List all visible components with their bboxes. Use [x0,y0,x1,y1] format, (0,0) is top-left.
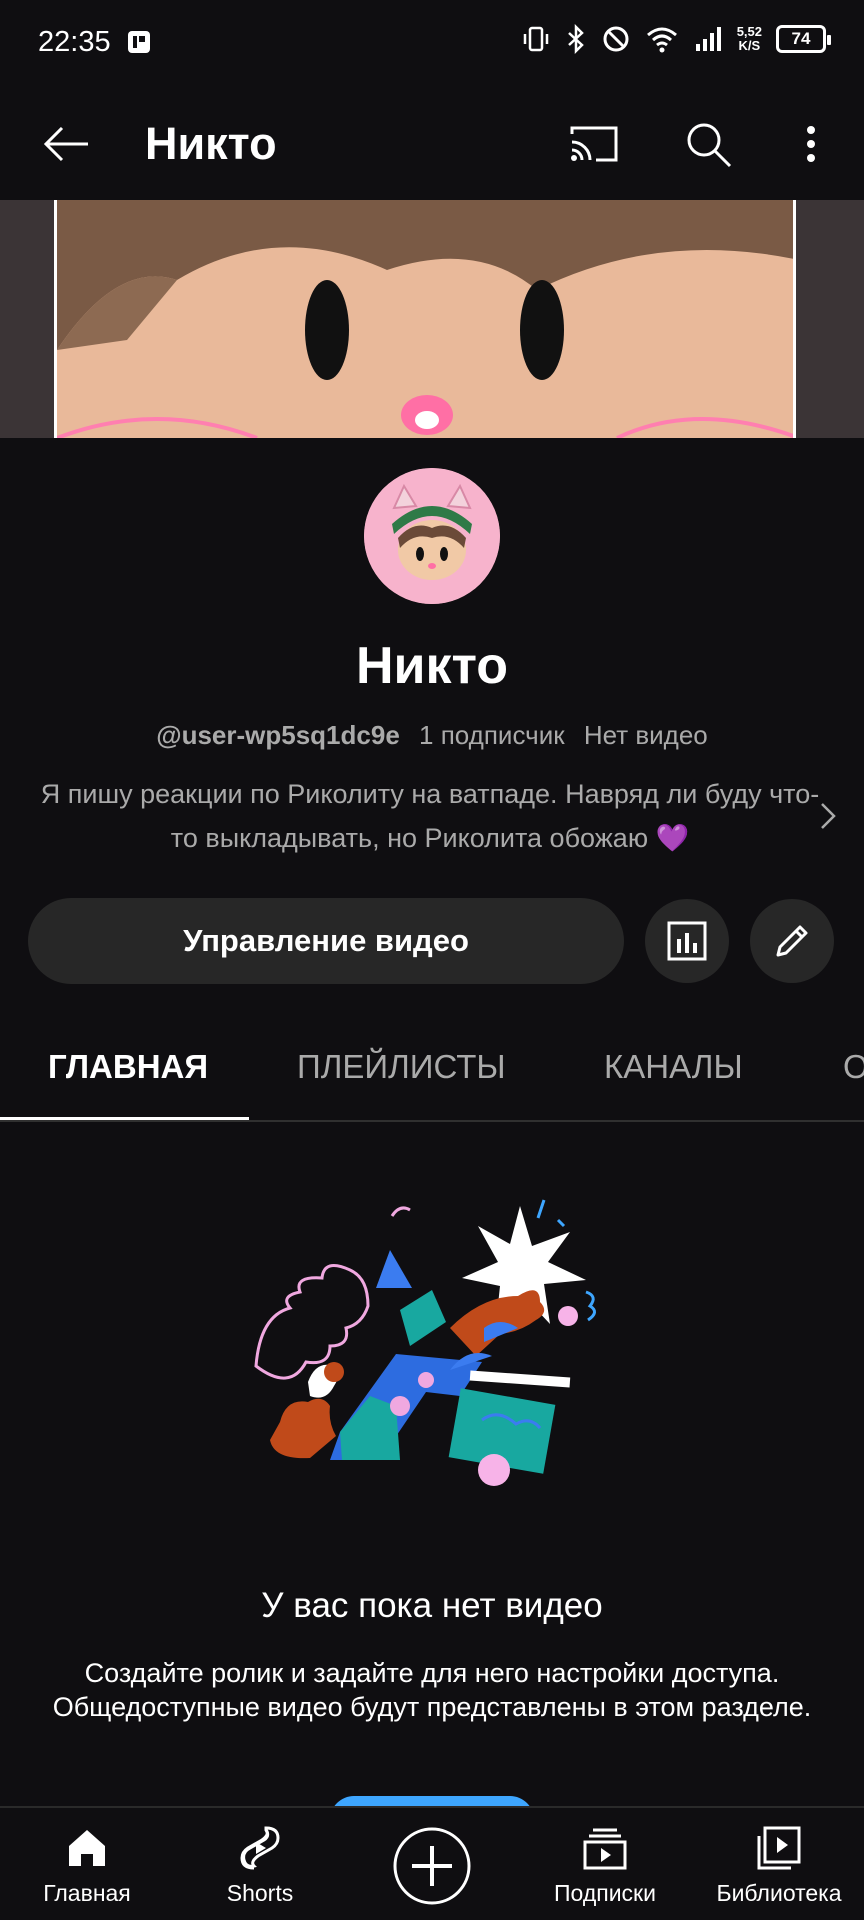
library-icon [757,1826,801,1870]
empty-state-text: Создайте ролик и задайте для него настро… [52,1658,812,1722]
network-speed: 5,52 K/S [737,25,762,53]
channel-meta: @user-wp5sq1dc9e 1 подписчик Нет видео [0,720,864,751]
nav-subscriptions-label: Подписки [554,1880,656,1906]
shorts-icon [240,1826,280,1870]
create-plus-icon[interactable] [392,1826,472,1906]
status-bar: 22:35 5,52 K/S 74 [0,0,864,88]
network-speed-value: 5,52 [736,24,762,39]
top-app-bar: Никто [0,88,864,200]
status-time: 22:35 [38,26,111,58]
empty-state-illustration [254,1199,596,1486]
channel-banner [0,200,864,438]
channel-description[interactable]: Я пишу реакции по Риколиту на ватпаде. Н… [40,772,820,860]
tab-home[interactable]: ГЛАВНАЯ [48,1048,208,1086]
nav-subscriptions[interactable]: Подписки [520,1808,690,1920]
nav-library-label: Библиотека [716,1880,842,1906]
battery-indicator: 74 [776,25,831,53]
video-count: Нет видео [583,720,708,750]
banner-character-image [57,200,793,438]
signal-icon [695,27,721,51]
status-icons: 5,52 K/S 74 [521,24,831,54]
wifi-icon [646,27,677,53]
channel-avatar[interactable] [364,468,500,604]
channel-page: 22:35 5,52 K/S 74 Никто Никто @user-wp5s… [0,0,864,1920]
pencil-icon [776,925,808,957]
cast-icon[interactable] [566,116,622,172]
subscriber-count: 1 подписчик [419,720,565,750]
nav-home[interactable]: Главная [2,1808,172,1920]
search-icon[interactable] [680,116,736,172]
tab-about[interactable]: О КАНАЛЕ [843,1048,864,1086]
nav-home-label: Главная [43,1880,131,1906]
edit-channel-button[interactable] [750,899,834,983]
bluetooth-icon [567,24,584,54]
network-speed-unit: K/S [738,38,761,53]
analytics-icon [667,921,707,961]
subscriptions-icon [583,1828,627,1870]
back-arrow-icon[interactable] [38,116,94,172]
analytics-button[interactable] [645,899,729,983]
do-not-disturb-icon [603,26,629,52]
manage-videos-button[interactable]: Управление видео [28,898,624,984]
nav-shorts[interactable]: Shorts [175,1808,345,1920]
channel-name: Никто [355,637,509,695]
nav-shorts-label: Shorts [226,1880,294,1906]
home-icon [69,1830,105,1866]
chevron-right-icon[interactable] [812,796,842,836]
active-tab-indicator [0,1117,249,1120]
tab-playlists[interactable]: ПЛЕЙЛИСТЫ [297,1048,506,1086]
avatar-image [364,468,500,604]
tab-channels[interactable]: КАНАЛЫ [604,1048,743,1086]
nav-library[interactable]: Библиотека [694,1808,864,1920]
channel-tabs: ГЛАВНАЯ ПЛЕЙЛИСТЫ КАНАЛЫ О КАНАЛЕ [0,1020,864,1122]
bottom-navigation: Главная Shorts Подписки Библиотека [0,1806,864,1920]
banner-artwork [54,200,796,438]
vibrate-icon [523,26,548,52]
app-bar-title: Никто [145,118,277,169]
empty-state-title: У вас пока нет видео [261,1586,603,1625]
channel-handle: @user-wp5sq1dc9e [156,720,400,750]
more-options-icon[interactable] [786,116,836,172]
notification-app-icon [128,31,150,53]
